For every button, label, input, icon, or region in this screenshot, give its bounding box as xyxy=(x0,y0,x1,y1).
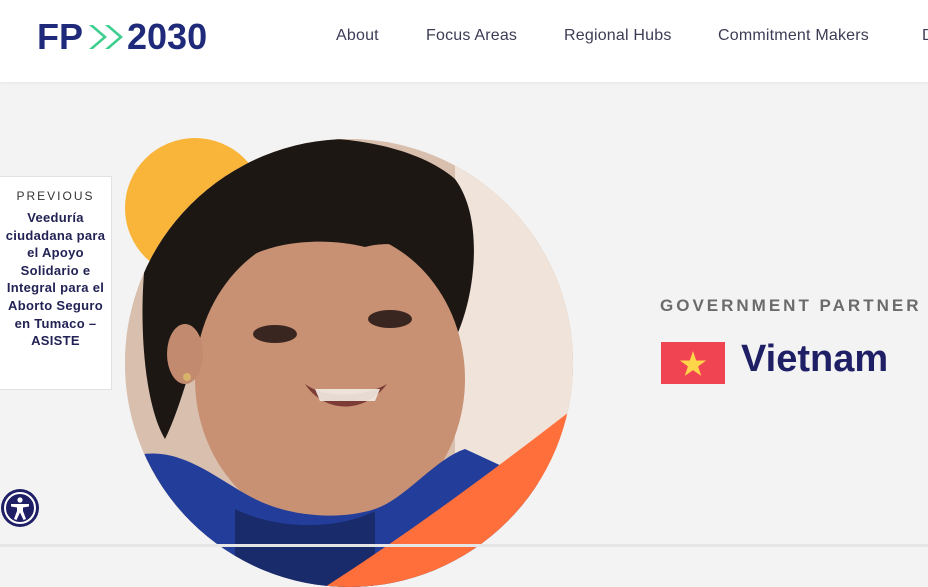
main-nav: About Focus Areas Regional Hubs Commitme… xyxy=(0,0,928,82)
country-name: Vietnam xyxy=(741,338,889,380)
star-icon xyxy=(679,351,707,376)
previous-label: PREVIOUS xyxy=(16,189,95,203)
previous-title[interactable]: Veeduría ciudadana para el Apoyo Solidar… xyxy=(0,209,111,350)
child-photo-illustration xyxy=(125,139,573,587)
partner-type-label: GOVERNMENT PARTNER xyxy=(660,296,922,315)
site-header: FP 2030 About Focus Areas Regional Hubs … xyxy=(0,0,928,82)
nav-regional-hubs[interactable]: Regional Hubs xyxy=(564,27,672,45)
vietnam-flag-icon xyxy=(661,342,725,384)
nav-commitment-makers[interactable]: Commitment Makers xyxy=(718,27,869,45)
accessibility-button[interactable] xyxy=(0,488,40,528)
profile-photo xyxy=(125,139,573,587)
nav-focus-areas[interactable]: Focus Areas xyxy=(426,27,517,45)
nav-truncated-item[interactable]: D xyxy=(922,27,928,45)
nav-about[interactable]: About xyxy=(336,27,379,45)
previous-post-card[interactable]: PREVIOUS Veeduría ciudadana para el Apoy… xyxy=(0,176,112,390)
accessibility-icon xyxy=(1,489,39,527)
